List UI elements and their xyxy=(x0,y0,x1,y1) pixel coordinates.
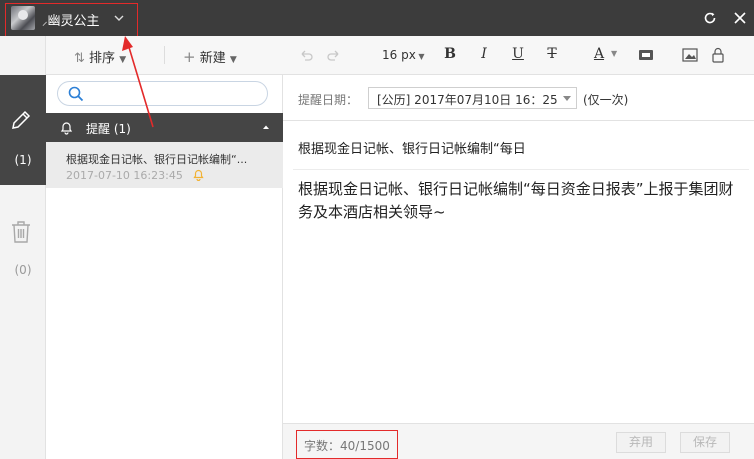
bold-icon[interactable]: B xyxy=(441,46,459,64)
note-item-title: 根据现金日记帐、银行日记帐编制“... xyxy=(66,153,248,166)
word-count: 字数：40/1500 xyxy=(296,430,398,459)
notes-count: (1) xyxy=(14,153,32,167)
font-size-select[interactable]: 16 px ▼ xyxy=(382,48,425,66)
note-title-field[interactable]: 根据现金日记帐、银行日记帐编制“每日 xyxy=(298,138,526,157)
reminder-group-header[interactable]: 提醒 (1) xyxy=(46,113,283,142)
editor-toolbar: 16 px ▼ B I U T A ▼ xyxy=(283,36,754,75)
image-icon[interactable] xyxy=(682,48,698,66)
list-item[interactable]: 根据现金日记帐、银行日记帐编制“... 2017-07-10 16:23:45 xyxy=(46,142,283,188)
font-color-caret-icon[interactable]: ▼ xyxy=(611,49,617,67)
lock-icon[interactable] xyxy=(711,47,725,65)
search-input[interactable] xyxy=(88,85,258,103)
search-icon xyxy=(68,86,84,102)
toolbar-divider xyxy=(164,46,165,64)
underline-icon[interactable]: U xyxy=(509,46,527,64)
note-item-time: 2017-07-10 16:23:45 xyxy=(66,169,183,182)
save-button[interactable]: 保存 xyxy=(680,432,730,453)
list-toolbar: ⇅ 排序 ▼ + 新建 ▼ xyxy=(46,36,283,75)
group-label: 提醒 (1) xyxy=(86,122,131,136)
sort-button[interactable]: ⇅ 排序 ▼ xyxy=(74,47,126,66)
background-color-icon[interactable] xyxy=(638,49,654,67)
undo-icon[interactable] xyxy=(298,47,314,65)
note-list-panel: ⇅ 排序 ▼ + 新建 ▼ 提醒 (1) 根据现金日记帐、银行日记帐编制“...… xyxy=(46,36,283,459)
reminder-row: 提醒日期： [公历] 2017年07月10日 16：25 (仅一次) xyxy=(283,75,754,121)
italic-icon[interactable]: I xyxy=(475,46,493,64)
note-body-editor[interactable]: 根据现金日记帐、银行日记帐编制“每日资金日报表”上报于集团财务及本酒店相关领导~ xyxy=(298,178,738,224)
strikethrough-icon[interactable]: T xyxy=(543,46,561,64)
collapse-caret-icon[interactable] xyxy=(261,122,271,132)
bell-icon xyxy=(192,168,205,181)
rail-notes-tab[interactable]: (1) xyxy=(0,75,46,185)
editor-panel: 16 px ▼ B I U T A ▼ 提醒日期： [公历] 2017年07月1… xyxy=(283,36,754,459)
pencil-icon xyxy=(9,108,33,132)
reminder-date-value: [公历] 2017年07月10日 16：25 xyxy=(377,93,558,107)
bell-icon xyxy=(59,120,74,135)
trash-icon xyxy=(9,219,33,245)
discard-button[interactable]: 弃用 xyxy=(616,432,666,453)
refresh-icon[interactable] xyxy=(701,9,719,27)
left-rail: (1) (0) xyxy=(0,36,46,459)
title-divider xyxy=(293,169,749,170)
trash-count: (0) xyxy=(14,263,32,277)
reminder-label: 提醒日期： xyxy=(298,93,359,107)
search-box[interactable] xyxy=(57,81,268,106)
font-color-icon[interactable]: A xyxy=(590,46,608,64)
close-icon[interactable] xyxy=(731,9,749,27)
new-note-button[interactable]: + 新建 ▼ xyxy=(183,47,237,66)
reminder-date-picker[interactable]: [公历] 2017年07月10日 16：25 xyxy=(368,87,577,109)
editor-footer: 字数：40/1500 弃用 保存 xyxy=(283,423,754,459)
dropdown-caret-icon[interactable] xyxy=(562,95,572,103)
reminder-repeat: (仅一次) xyxy=(583,93,629,107)
redo-icon[interactable] xyxy=(326,47,342,65)
